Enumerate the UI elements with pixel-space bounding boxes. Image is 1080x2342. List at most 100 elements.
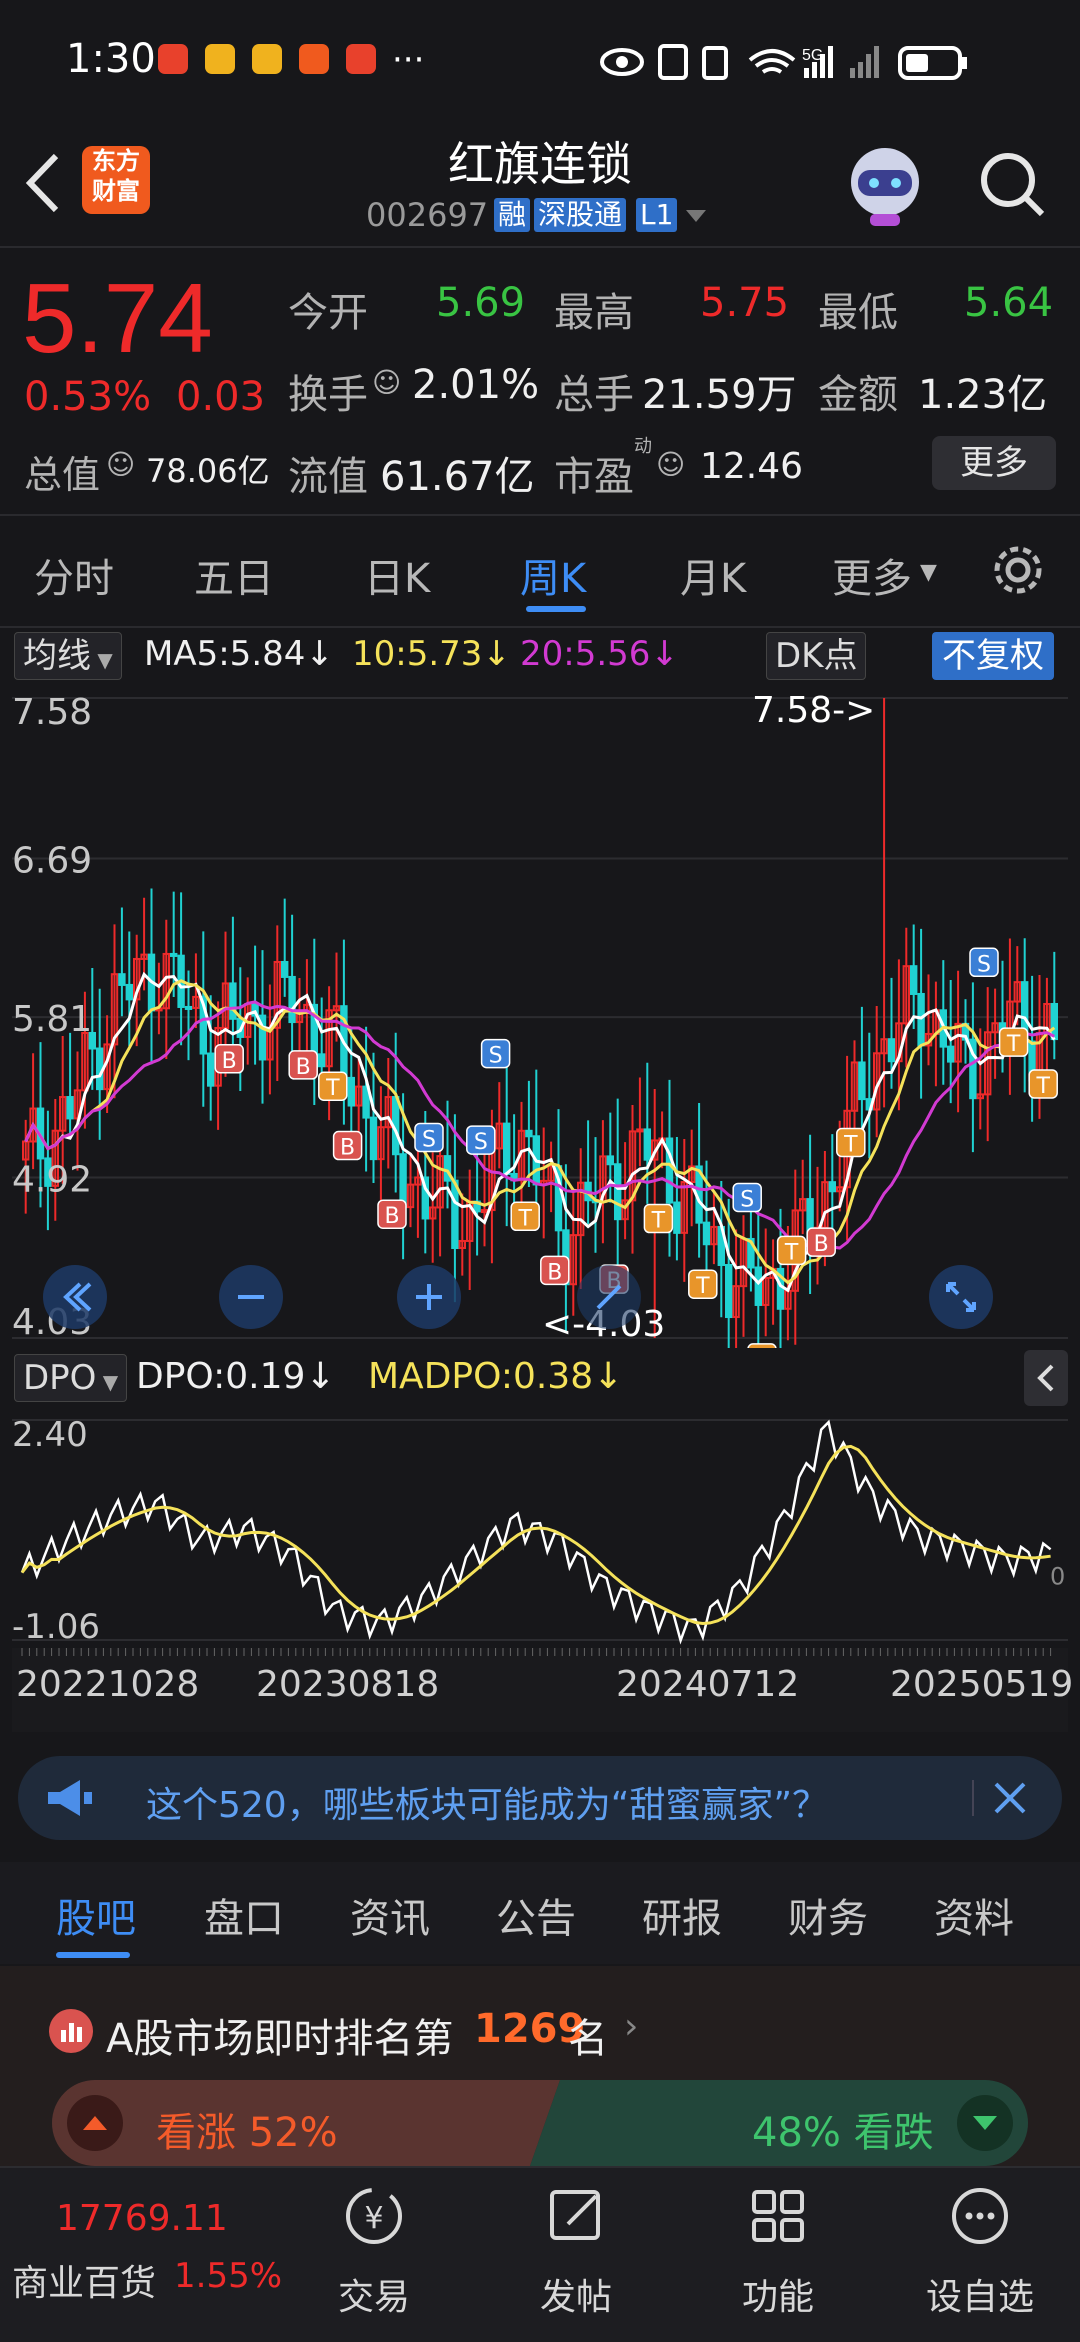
nav-functions[interactable]: 功能 <box>698 2184 858 2334</box>
svg-text:T: T <box>695 1274 710 1299</box>
x-axis: 20221028 20230818 20240712 20250519 <box>12 1648 1068 1732</box>
close-icon[interactable] <box>990 1778 1030 1818</box>
sell-marker: S <box>415 1123 443 1152</box>
info-icon[interactable]: ☺ <box>106 448 135 481</box>
tab-guba[interactable]: 股吧 <box>56 1886 136 1944</box>
madpo-readout: MADPO:0.38↓ <box>368 1356 623 1397</box>
zoom-in-icon[interactable] <box>396 1264 462 1330</box>
chevron-left-icon <box>1024 1350 1068 1406</box>
robot-assistant-icon[interactable] <box>840 140 930 230</box>
tab-profile[interactable]: 资料 <box>934 1886 1014 1944</box>
candle-body <box>726 1265 731 1317</box>
tab-monthly-k[interactable]: 月K <box>680 546 746 604</box>
t-marker: T <box>837 1128 865 1157</box>
ma20-readout: 20:5.56↓ <box>520 634 679 674</box>
nav-add-watchlist[interactable]: 设自选 <box>900 2184 1060 2334</box>
news-banner[interactable]: 这个520，哪些板块可能成为“甜蜜赢家”？ <box>18 1756 1062 1840</box>
candle-body <box>615 1164 620 1219</box>
candle-body <box>400 1154 405 1207</box>
info-icon[interactable]: ☺ <box>656 448 685 481</box>
tab-news[interactable]: 资讯 <box>350 1886 430 1944</box>
candle-body <box>637 1129 642 1131</box>
dk-points-toggle[interactable]: DK点 <box>766 632 866 680</box>
app-notification-icon <box>158 44 188 74</box>
market-rank-card[interactable]: A股市场即时排名第 1269 名 › 看涨 52% 48% 看跌 <box>0 1966 1080 2166</box>
nav-functions-label: 功能 <box>698 2268 858 2320</box>
more-button[interactable]: 更多 <box>932 436 1056 490</box>
app-icon <box>299 44 329 74</box>
trade-icon: ¥ <box>342 2184 406 2248</box>
mcap-value: 78.06亿 <box>146 446 270 492</box>
candle-body <box>171 954 176 956</box>
t-marker: T <box>748 1344 776 1348</box>
x-tick-label: 20221028 <box>16 1664 199 1705</box>
info-icon[interactable]: ☺ <box>372 366 401 399</box>
zoom-out-icon[interactable] <box>218 1264 284 1330</box>
svg-text:T: T <box>843 1132 858 1157</box>
y-tick-label: 6.69 <box>12 840 92 881</box>
buy-marker: B <box>289 1051 317 1080</box>
svg-text:S: S <box>474 1130 488 1155</box>
nfc-icon <box>660 46 686 78</box>
grid-icon <box>746 2184 810 2248</box>
svg-text:¥: ¥ <box>364 2201 383 2236</box>
adjust-toggle[interactable]: 不复权 <box>932 632 1054 680</box>
candle-body <box>208 1054 213 1086</box>
tab-five-day[interactable]: 五日 <box>194 546 274 604</box>
t-marker: T <box>689 1270 717 1299</box>
bearish-button-icon[interactable] <box>956 2094 1014 2152</box>
index-change[interactable]: 1.55% <box>174 2256 282 2296</box>
index-value[interactable]: 17769.11 <box>56 2198 228 2239</box>
tab-financials[interactable]: 财务 <box>788 1886 868 1944</box>
stock-code: 002697 <box>366 196 488 234</box>
level-tag: L1 <box>636 198 677 232</box>
x-tick-label: 20250519 <box>890 1664 1073 1705</box>
high-label: 最高 <box>554 280 634 338</box>
float-value: 61.67亿 <box>380 444 535 502</box>
open-value: 5.69 <box>436 280 525 326</box>
fullscreen-icon[interactable] <box>928 1264 994 1330</box>
chevron-right-icon: › <box>624 2006 638 2047</box>
nav-post[interactable]: 发帖 <box>496 2184 656 2334</box>
content-tabs: 股吧 盘口 资讯 公告 研报 财务 资料 <box>0 1862 1080 1964</box>
scroll-right-icon[interactable] <box>576 1264 642 1330</box>
bullish-button-icon[interactable] <box>66 2094 124 2152</box>
gear-icon[interactable] <box>990 542 1046 598</box>
scroll-left-icon[interactable] <box>42 1264 108 1330</box>
search-icon[interactable] <box>978 150 1048 220</box>
tab-intraday[interactable]: 分时 <box>34 546 114 604</box>
sub-indicator-select[interactable]: DPO ▼ <box>14 1354 127 1402</box>
index-name[interactable]: 商业百货 <box>12 2254 156 2306</box>
candlestick-chart[interactable]: BBTBBSSSTBBTTSTTBTSTT 7.586.695.814.924.… <box>12 688 1068 1348</box>
tab-order-book[interactable]: 盘口 <box>204 1886 284 1944</box>
divider <box>0 246 1080 248</box>
sell-marker: S <box>482 1040 510 1069</box>
svg-text:T: T <box>1035 1074 1050 1099</box>
candle-body <box>482 1210 487 1212</box>
candle-body <box>645 1129 650 1159</box>
banner-text[interactable]: 这个520，哪些板块可能成为“甜蜜赢家”？ <box>146 1776 828 1828</box>
bullish-label[interactable]: 看涨 52% <box>156 2100 338 2158</box>
status-bar: 1:30 ··· 5G <box>0 0 1080 120</box>
tab-more[interactable]: 更多 <box>832 546 912 604</box>
candle-body <box>889 1039 894 1061</box>
t-marker: T <box>319 1072 347 1101</box>
tab-weekly-k[interactable]: 周K <box>520 546 586 604</box>
y-tick-label: 4.92 <box>12 1160 92 1201</box>
chevron-down-icon[interactable] <box>684 208 708 224</box>
nav-trade[interactable]: ¥ 交易 <box>294 2184 454 2334</box>
svg-text:S: S <box>740 1187 754 1212</box>
divider <box>972 1780 974 1816</box>
y-tick-label: 7.58 <box>12 692 92 733</box>
dpo-chart[interactable]: 2.40-1.060 <box>12 1410 1068 1650</box>
chart-badge-icon <box>48 2008 94 2054</box>
tab-announcements[interactable]: 公告 <box>496 1886 576 1944</box>
indicator-select[interactable]: 均线 ▼ <box>14 632 122 680</box>
ma-line-20 <box>26 1002 1055 1249</box>
y-tick-label: -1.06 <box>12 1607 100 1647</box>
madpo-line <box>22 1446 1051 1623</box>
bearish-label[interactable]: 48% 看跌 <box>752 2100 934 2158</box>
collapse-panel-button[interactable] <box>1024 1350 1068 1406</box>
tab-daily-k[interactable]: 日K <box>364 546 430 604</box>
tab-research[interactable]: 研报 <box>642 1886 722 1944</box>
